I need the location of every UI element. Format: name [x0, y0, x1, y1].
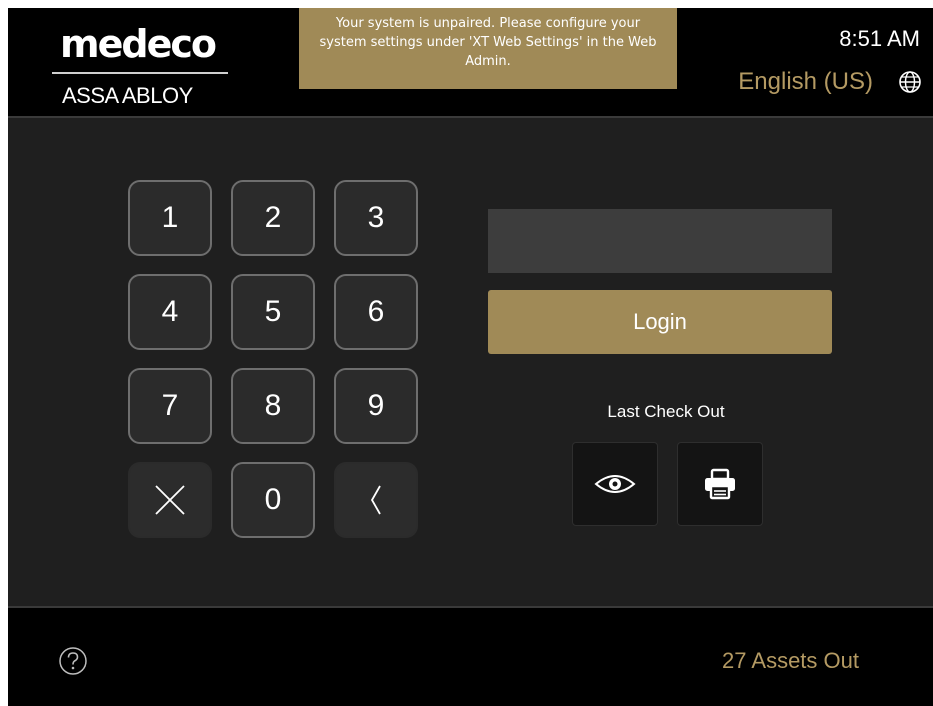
- backspace-button[interactable]: [334, 462, 418, 538]
- language-selector[interactable]: English (US): [738, 68, 873, 96]
- view-last-checkout-button[interactable]: [572, 442, 658, 526]
- help-icon[interactable]: [58, 646, 88, 676]
- keypad-key-3[interactable]: 3: [334, 180, 418, 256]
- unpaired-warning-banner: Your system is unpaired. Please configur…: [299, 8, 677, 89]
- assets-out-count[interactable]: 27 Assets Out: [722, 648, 859, 674]
- banner-message: Your system is unpaired. Please configur…: [319, 16, 657, 69]
- login-button[interactable]: Login: [488, 290, 832, 354]
- keypad-key-2[interactable]: 2: [231, 180, 315, 256]
- assa-abloy-wordmark: ASSA ABLOY: [62, 83, 193, 108]
- print-last-checkout-button[interactable]: [677, 442, 763, 526]
- clear-x-icon: [155, 485, 185, 515]
- logo-divider: [52, 72, 228, 74]
- keypad-key-7[interactable]: 7: [128, 368, 212, 444]
- keypad-key-4[interactable]: 4: [128, 274, 212, 350]
- last-check-out-label: Last Check Out: [607, 402, 725, 421]
- clear-button[interactable]: [128, 462, 212, 538]
- clock-time: 8:51 AM: [839, 26, 920, 51]
- kiosk-screen: medeco ASSA ABLOY Your system is unpaire…: [8, 8, 933, 706]
- keypad-key-8[interactable]: 8: [231, 368, 315, 444]
- globe-icon[interactable]: [898, 70, 922, 94]
- keypad-key-1[interactable]: 1: [128, 180, 212, 256]
- keypad-key-0[interactable]: 0: [231, 462, 315, 538]
- keypad-key-9[interactable]: 9: [334, 368, 418, 444]
- printer-icon: [705, 468, 735, 500]
- eye-icon: [594, 475, 636, 493]
- keypad-key-6[interactable]: 6: [334, 274, 418, 350]
- backspace-chevron-icon: [370, 485, 381, 515]
- keypad-key-5[interactable]: 5: [231, 274, 315, 350]
- medeco-assa-abloy-logo: medeco ASSA ABLOY: [52, 20, 232, 116]
- header-bar: medeco ASSA ABLOY Your system is unpaire…: [8, 8, 933, 118]
- pin-input[interactable]: [488, 209, 832, 273]
- footer-bar: 27 Assets Out: [8, 606, 933, 706]
- medeco-wordmark: medeco: [60, 22, 217, 66]
